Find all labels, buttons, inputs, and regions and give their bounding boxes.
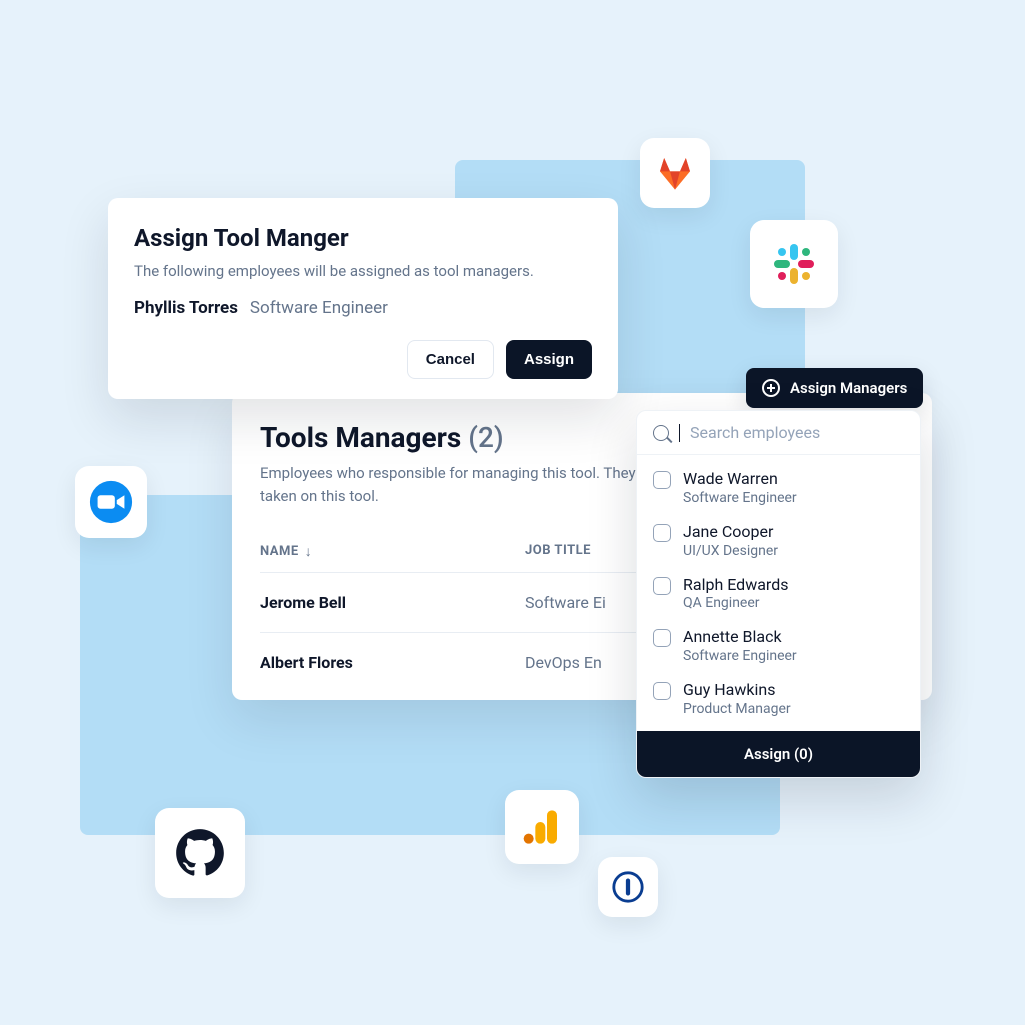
checkbox[interactable] [653, 471, 671, 489]
employee-name: Annette Black [683, 627, 797, 648]
employee-title: Software Engineer [250, 298, 388, 318]
card-title-text: Tools Managers [260, 421, 461, 454]
gitlab-tile [640, 138, 710, 208]
onepassword-tile [598, 857, 658, 917]
github-icon [174, 827, 226, 879]
google-analytics-tile [505, 790, 579, 864]
dropdown-assign-button[interactable]: Assign (0) [637, 731, 920, 777]
list-item[interactable]: Jane Cooper UI/UX Designer [637, 514, 920, 567]
employee-title: Software Engineer [683, 648, 797, 664]
google-analytics-icon [522, 807, 562, 847]
list-item[interactable]: Ralph Edwards QA Engineer [637, 567, 920, 620]
employee-name: Jane Cooper [683, 522, 778, 543]
employee-list: Wade Warren Software Engineer Jane Coope… [637, 455, 920, 731]
assign-managers-button[interactable]: Assign Managers [746, 368, 923, 408]
search-icon [653, 425, 669, 441]
checkbox[interactable] [653, 682, 671, 700]
employee-title: Software Engineer [683, 490, 797, 506]
list-item[interactable]: Annette Black Software Engineer [637, 619, 920, 672]
checkbox[interactable] [653, 629, 671, 647]
search-placeholder: Search employees [690, 423, 820, 442]
slack-tile [750, 220, 838, 308]
text-cursor [679, 424, 680, 442]
row-name: Albert Flores [260, 653, 525, 672]
employee-title: UI/UX Designer [683, 543, 778, 559]
search-input[interactable]: Search employees [637, 411, 920, 455]
row-title: DevOps En [525, 653, 602, 672]
modal-employee-row: Phyllis Torres Software Engineer [134, 298, 592, 318]
employee-name: Ralph Edwards [683, 575, 788, 596]
assign-managers-label: Assign Managers [790, 379, 907, 397]
modal-title: Assign Tool Manger [134, 224, 592, 252]
gitlab-icon [655, 153, 695, 193]
employee-title: Product Manager [683, 701, 791, 717]
sort-arrow-icon: ↓ [305, 543, 313, 560]
modal-description: The following employees will be assigned… [134, 262, 592, 280]
checkbox[interactable] [653, 524, 671, 542]
list-item[interactable]: Guy Hawkins Product Manager [637, 672, 920, 725]
slack-icon [770, 240, 818, 288]
column-job-header[interactable]: JOB TITLE [525, 543, 591, 560]
row-name: Jerome Bell [260, 593, 525, 612]
employee-name: Guy Hawkins [683, 680, 791, 701]
assign-managers-dropdown: Search employees Wade Warren Software En… [636, 410, 921, 778]
assign-button[interactable]: Assign [506, 340, 592, 379]
employee-name: Phyllis Torres [134, 298, 238, 318]
onepassword-icon [611, 870, 645, 904]
cancel-button[interactable]: Cancel [407, 340, 494, 379]
zoom-icon [88, 479, 134, 525]
assign-tool-manager-modal: Assign Tool Manger The following employe… [108, 198, 618, 399]
zoom-tile [75, 466, 147, 538]
plus-circle-icon [762, 379, 780, 397]
employee-name: Wade Warren [683, 469, 797, 490]
github-tile [155, 808, 245, 898]
row-title: Software Ei [525, 593, 606, 612]
card-count: (2) [468, 421, 503, 454]
column-name-header[interactable]: NAME ↓ [260, 543, 525, 560]
employee-title: QA Engineer [683, 595, 788, 611]
list-item[interactable]: Wade Warren Software Engineer [637, 461, 920, 514]
checkbox[interactable] [653, 577, 671, 595]
